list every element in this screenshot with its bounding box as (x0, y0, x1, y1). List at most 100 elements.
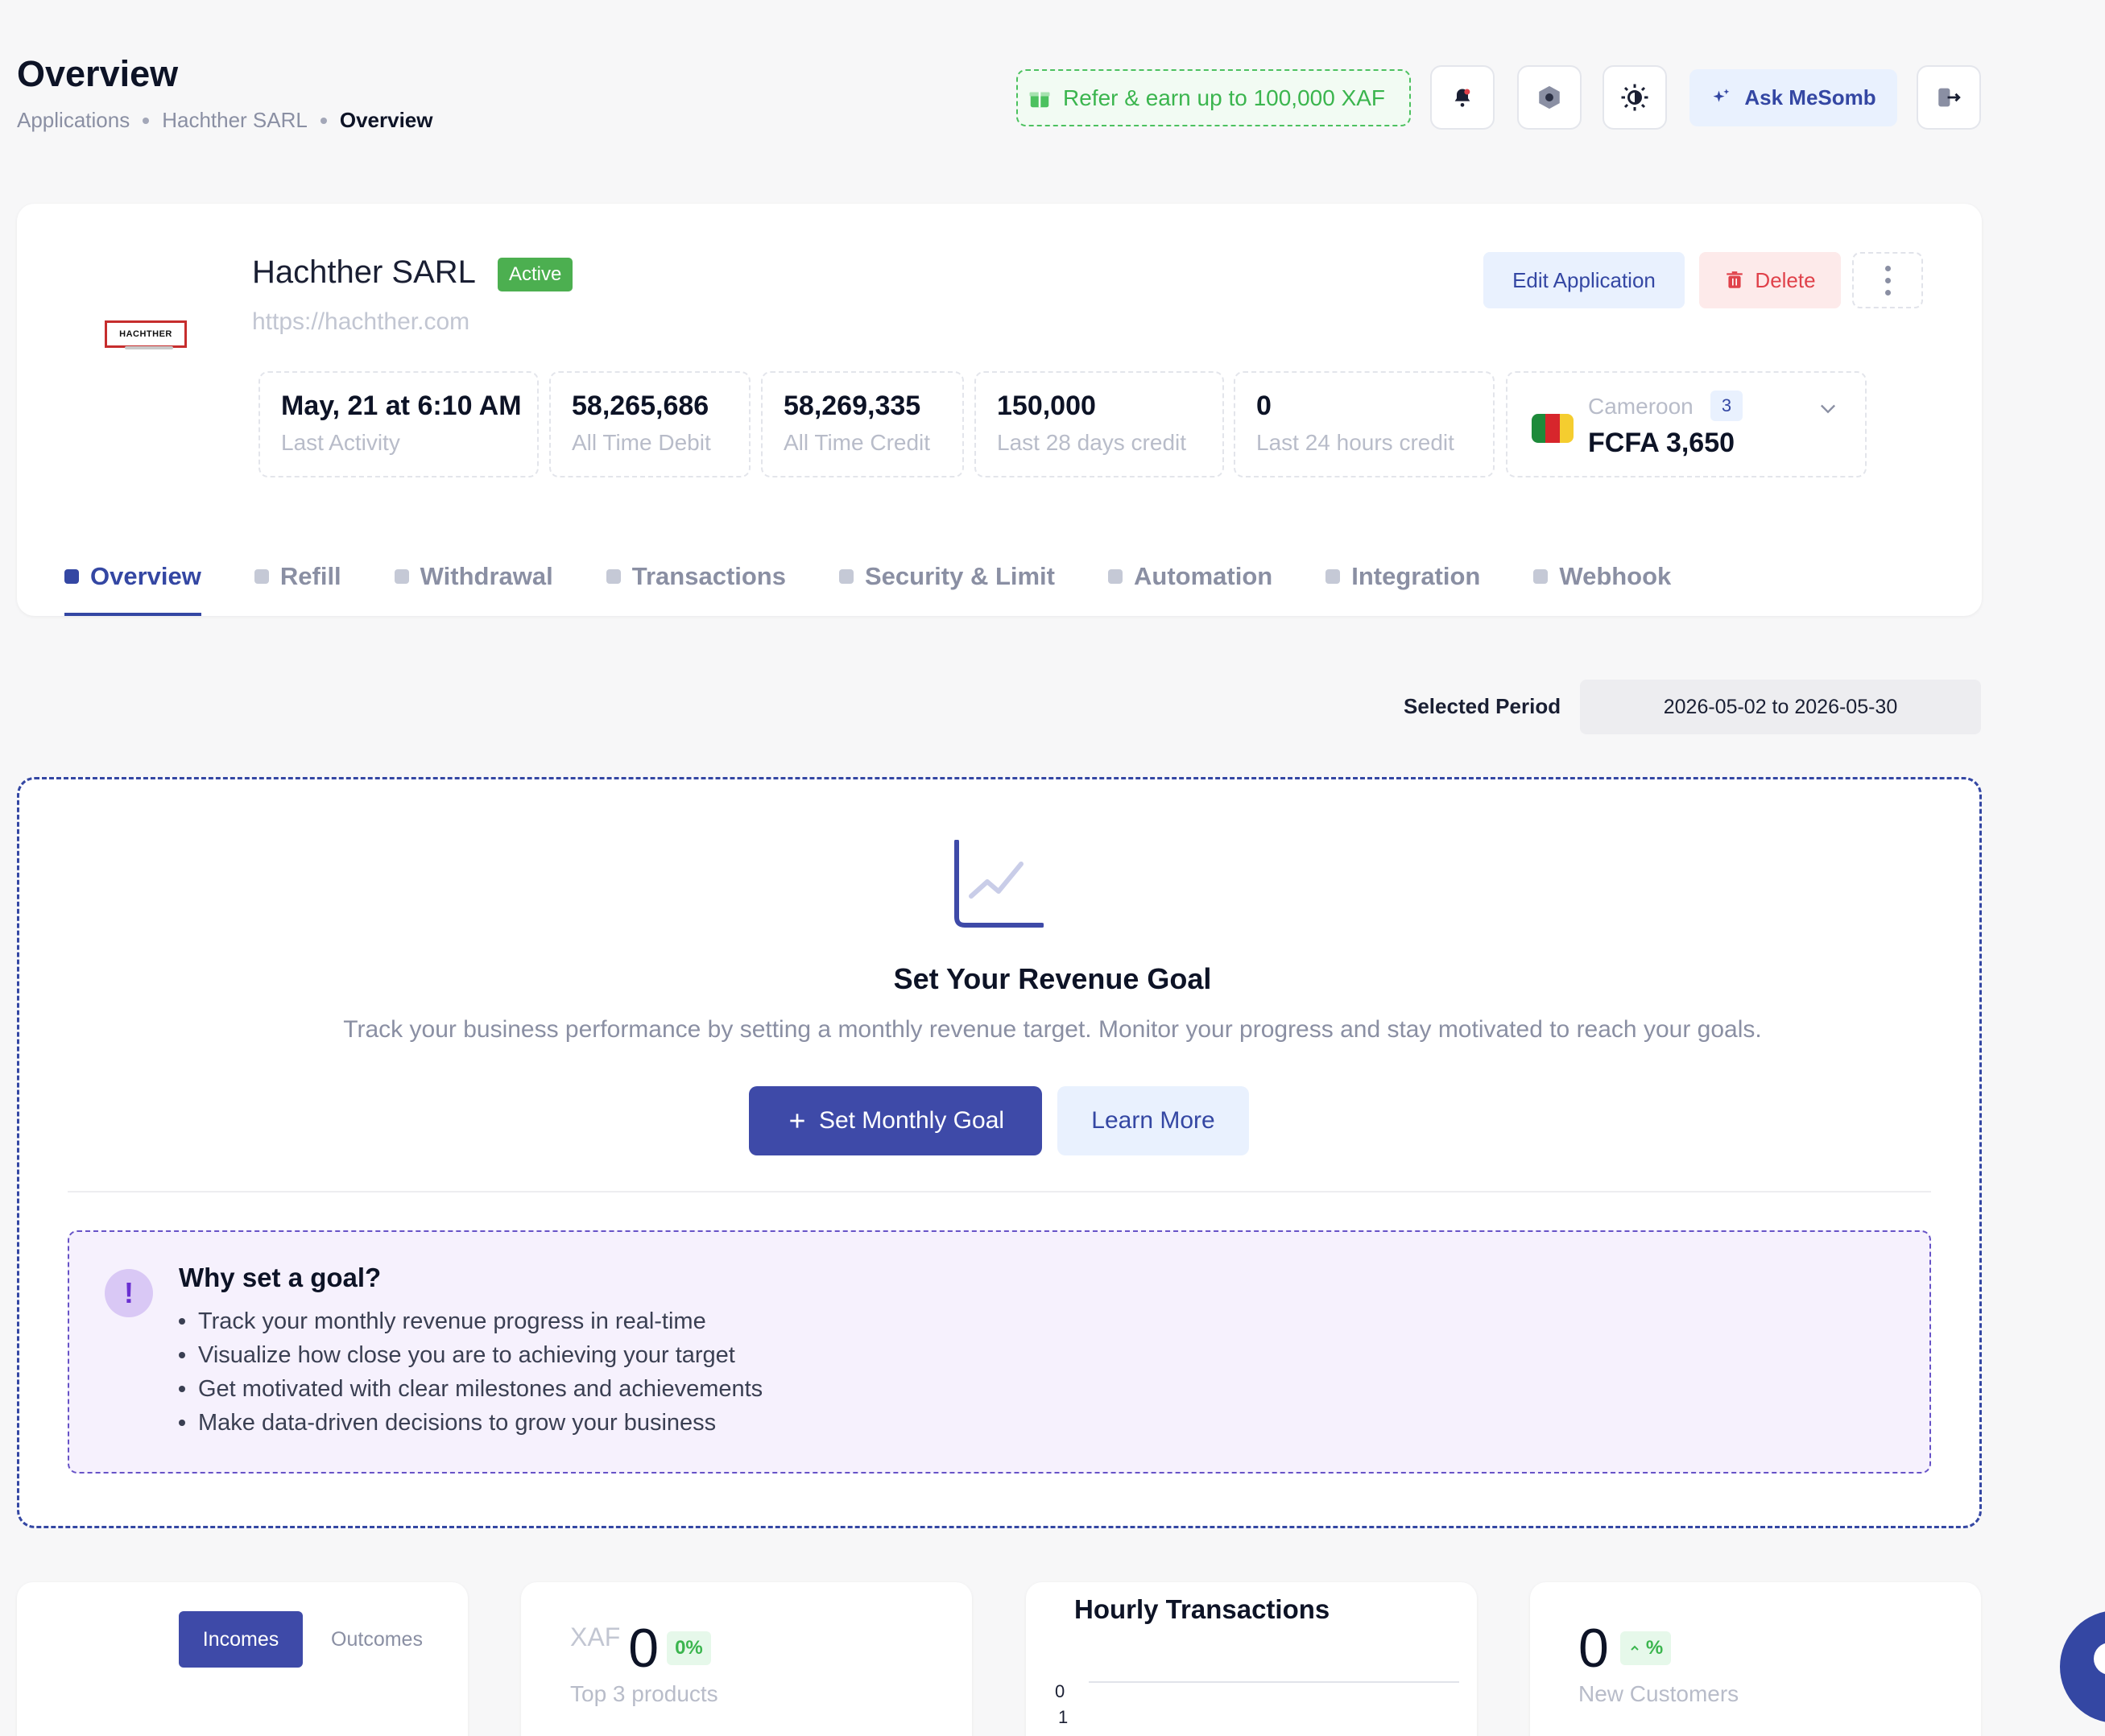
tab-label: Webhook (1559, 561, 1672, 590)
tab-transactions[interactable]: Transactions (606, 548, 786, 616)
gift-icon (1029, 92, 1050, 107)
stat-value: 0 (1256, 391, 1272, 421)
stat-value: 58,265,686 (572, 391, 709, 421)
stat-all-time-debit: 58,265,686 All Time Debit (549, 371, 751, 477)
stat-label: All Time Credit (784, 430, 931, 455)
learn-more-button[interactable]: Learn More (1057, 1086, 1249, 1155)
chevron-down-icon (1821, 404, 1835, 414)
logo-tagline (125, 346, 173, 349)
tab-security-limit[interactable]: Security & Limit (839, 548, 1055, 616)
new-customers-label: New Customers (1578, 1681, 1739, 1706)
logout-icon (1938, 88, 1961, 107)
tab-automation[interactable]: Automation (1108, 548, 1272, 616)
why-title: Why set a goal? (179, 1263, 382, 1292)
tab-refill[interactable]: Refill (254, 548, 341, 616)
breadcrumb-app[interactable]: Hachther SARL (162, 108, 308, 133)
goal-title: Set Your Revenue Goal (893, 962, 1212, 995)
tab-webhook[interactable]: Webhook (1533, 548, 1671, 616)
refer-earn-button[interactable]: Refer & earn up to 100,000 XAF (1016, 69, 1411, 126)
settings-button[interactable] (1517, 65, 1582, 130)
list-item: Visualize how close you are to achieving… (179, 1338, 763, 1372)
tab-label: Refill (279, 561, 341, 590)
tab-overview[interactable]: Overview (64, 548, 201, 616)
stat-value: 58,269,335 (784, 391, 921, 421)
notifications-button[interactable] (1430, 65, 1495, 130)
new-customers-summary: 0 % (1578, 1617, 1672, 1680)
tab-label: Withdrawal (420, 561, 553, 590)
hourly-title: Hourly Transactions (1074, 1594, 1330, 1624)
ask-label: Ask MeSomb (1744, 85, 1876, 110)
ask-mesomb-button[interactable]: Ask MeSomb (1689, 69, 1897, 126)
stat-last-28-days-credit: 150,000 Last 28 days credit (974, 371, 1224, 477)
exclamation-icon: ! (105, 1269, 153, 1317)
customers-pct: % (1645, 1637, 1664, 1659)
y-tick-label: 0 (1055, 1681, 1065, 1701)
country-count-badge: 3 (1710, 391, 1743, 421)
currency-selector[interactable]: Cameroon 3 FCFA 3,650 (1506, 371, 1867, 477)
home-icon (64, 568, 79, 584)
balance-value: FCFA 3,650 (1588, 428, 1735, 458)
refill-icon (254, 568, 269, 584)
breadcrumb-separator (320, 117, 327, 124)
incomes-toggle[interactable]: Incomes (179, 1611, 303, 1668)
list-item: Track your monthly revenue progress in r… (179, 1304, 763, 1338)
divider (68, 1191, 1931, 1192)
tab-label: Transactions (631, 561, 786, 590)
products-pct-badge: 0% (667, 1631, 711, 1665)
sparkle-icon (1713, 88, 1730, 102)
webhook-icon (1533, 568, 1549, 584)
why-list: Track your monthly revenue progress in r… (179, 1304, 763, 1440)
page-title: Overview (17, 53, 179, 94)
outcomes-toggle[interactable]: Outcomes (317, 1611, 436, 1668)
dot-icon (1884, 277, 1891, 283)
stat-last-24-hours-credit: 0 Last 24 hours credit (1234, 371, 1495, 477)
period-picker[interactable]: 2026-05-02 to 2026-05-30 (1580, 680, 1981, 734)
caret-up-icon (1631, 1645, 1639, 1651)
stat-label: Last Activity (281, 430, 400, 455)
y-tick-label: 1 (1058, 1707, 1069, 1727)
top-products-label: Top 3 products (570, 1681, 718, 1706)
sun-icon (1621, 84, 1648, 111)
plus-icon (790, 1114, 804, 1128)
breadcrumb-applications[interactable]: Applications (17, 108, 130, 133)
more-options-button[interactable] (1852, 252, 1923, 308)
app-name: Hachther SARL (252, 254, 476, 290)
status-badge: Active (498, 258, 573, 291)
tab-integration[interactable]: Integration (1325, 548, 1480, 616)
delete-button[interactable]: Delete (1699, 252, 1841, 308)
products-value: 0 (628, 1618, 660, 1679)
country-label: Cameroon (1588, 394, 1694, 419)
tab-label: Integration (1351, 561, 1481, 590)
refer-label: Refer & earn up to 100,000 XAF (1063, 85, 1386, 110)
stat-all-time-credit: 58,269,335 All Time Credit (761, 371, 964, 477)
goal-description: Track your business performance by setti… (343, 1016, 1762, 1043)
app-logo: HACHTHER (105, 320, 187, 348)
breadcrumb: Applications Hachther SARL Overview (17, 108, 433, 133)
cameroon-flag-icon (1532, 414, 1574, 443)
line-chart-icon (954, 840, 1044, 928)
tab-withdrawal[interactable]: Withdrawal (394, 548, 553, 616)
theme-toggle-button[interactable] (1603, 65, 1667, 130)
logout-button[interactable] (1917, 65, 1981, 130)
basket-icon (606, 568, 621, 584)
stat-label: Last 28 days credit (997, 430, 1187, 455)
dot-icon (1884, 265, 1891, 271)
tab-label: Security & Limit (865, 561, 1055, 590)
app-url[interactable]: https://hachther.com (252, 308, 469, 336)
customers-pct-badge: % (1619, 1631, 1672, 1665)
top-products-summary: XAF 0 0% (570, 1617, 711, 1680)
app-tabs: Overview Refill Withdrawal Transactions … (64, 548, 1724, 616)
tab-label: Automation (1134, 561, 1273, 590)
set-monthly-goal-button[interactable]: Set Monthly Goal (749, 1086, 1042, 1155)
breadcrumb-current: Overview (339, 108, 433, 132)
stat-label: Last 24 hours credit (1256, 430, 1454, 455)
list-item: Make data-driven decisions to grow your … (179, 1406, 763, 1440)
bell-icon (1454, 89, 1470, 107)
list-item: Get motivated with clear milestones and … (179, 1372, 763, 1406)
shield-icon (839, 568, 854, 584)
chart-gridline (1089, 1681, 1459, 1683)
robot-icon (1108, 568, 1123, 584)
hexagon-icon (1539, 85, 1560, 110)
stat-value: May, 21 at 6:10 AM (281, 391, 522, 421)
edit-application-button[interactable]: Edit Application (1483, 252, 1685, 308)
